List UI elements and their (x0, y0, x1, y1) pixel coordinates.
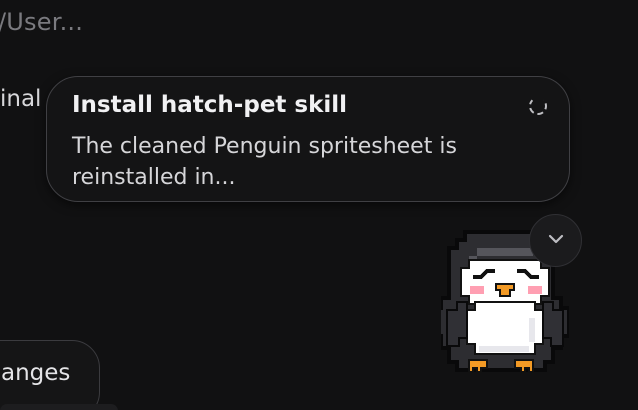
loading-spinner-icon (529, 97, 547, 115)
bottom-panel-edge (0, 404, 118, 410)
desktop-screen: /User... inal Install hatch-pet skill Th… (0, 0, 638, 410)
install-skill-notification[interactable]: Install hatch-pet skill The cleaned Peng… (46, 76, 570, 202)
chevron-down-icon (548, 234, 564, 244)
changes-tab-label: anges (1, 360, 71, 386)
notification-body: The cleaned Penguin spritesheet is reins… (72, 134, 457, 190)
expand-button[interactable] (529, 214, 582, 267)
terminal-label: inal (0, 86, 42, 112)
penguin-left-cheek (470, 286, 484, 294)
path-text: /User... (0, 8, 84, 36)
changes-tab[interactable]: anges (0, 340, 100, 410)
penguin-right-cheek (528, 286, 542, 294)
notification-title: Install hatch-pet skill (72, 92, 348, 118)
penguin-face (460, 259, 550, 305)
